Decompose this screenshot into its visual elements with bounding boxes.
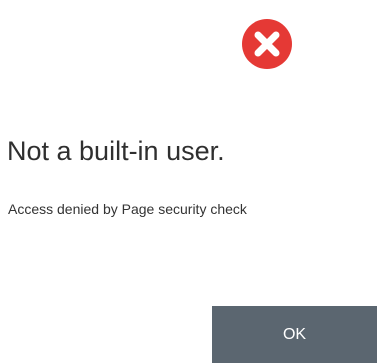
ok-button[interactable]: OK: [212, 306, 377, 363]
error-dialog: Not a built-in user. Access denied by Pa…: [0, 0, 377, 363]
error-x-circle-icon: [241, 18, 293, 70]
dialog-title: Not a built-in user.: [7, 136, 225, 166]
dialog-message: Access denied by Page security check: [8, 201, 247, 217]
